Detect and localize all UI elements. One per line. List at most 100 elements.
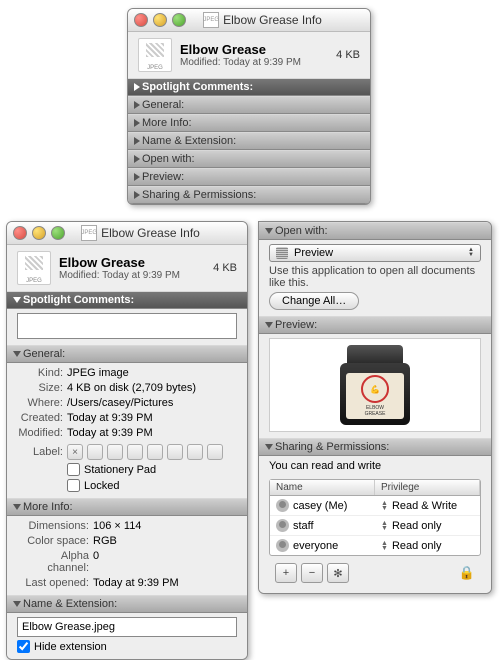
window-title: JPEG Elbow Grease Info xyxy=(161,12,364,28)
permissions-table: Name Privilege casey (Me) ▲▼Read & Write… xyxy=(269,479,481,556)
disclosure-triangle-icon xyxy=(13,601,21,607)
locked-checkbox[interactable] xyxy=(67,479,80,492)
label-clear-button[interactable]: × xyxy=(67,444,83,460)
section-nameext[interactable]: Name & Extension: xyxy=(128,132,370,150)
label-color-swatch[interactable] xyxy=(107,444,123,460)
disclosure-triangle-icon xyxy=(134,173,140,181)
titlebar[interactable]: JPEG Elbow Grease Info xyxy=(7,222,247,245)
file-icon: JPEG xyxy=(138,38,172,72)
jar-image: 💪ELBOWGREASE xyxy=(340,345,410,425)
file-name: Elbow Grease xyxy=(59,255,205,270)
disclosure-triangle-icon xyxy=(134,191,140,199)
locked-label: Locked xyxy=(84,480,119,492)
col-privilege: Privilege xyxy=(375,480,480,495)
disclosure-triangle-icon xyxy=(134,119,140,127)
add-user-button[interactable]: + xyxy=(275,563,297,583)
permission-row[interactable]: casey (Me) ▲▼Read & Write xyxy=(270,496,480,516)
info-window-collapsed: JPEG Elbow Grease Info JPEG Elbow Grease… xyxy=(127,8,371,205)
section-preview[interactable]: Preview: xyxy=(259,316,491,334)
window-title: JPEG Elbow Grease Info xyxy=(40,225,241,241)
file-modified: Modified: Today at 9:39 PM xyxy=(59,270,205,281)
file-summary: JPEG Elbow Grease Modified: Today at 9:3… xyxy=(7,245,247,291)
remove-user-button[interactable]: − xyxy=(301,563,323,583)
created-value: Today at 9:39 PM xyxy=(67,412,153,424)
change-all-button[interactable]: Change All… xyxy=(269,292,359,310)
kind-label: Kind: xyxy=(17,367,63,379)
section-moreinfo[interactable]: More Info: xyxy=(128,114,370,132)
section-moreinfo[interactable]: More Info: xyxy=(7,498,247,516)
label-color-swatch[interactable] xyxy=(207,444,223,460)
section-spotlight[interactable]: Spotlight Comments: xyxy=(7,291,247,309)
section-sharing[interactable]: Sharing & Permissions: xyxy=(259,438,491,456)
file-modified: Modified: Today at 9:39 PM xyxy=(180,57,328,68)
close-button[interactable] xyxy=(134,13,148,27)
size-value: 4 KB on disk (2,709 bytes) xyxy=(67,382,196,394)
disclosure-triangle-icon xyxy=(13,351,21,357)
disclosure-triangle-icon xyxy=(134,83,140,91)
stationery-checkbox[interactable] xyxy=(67,463,80,476)
col-name: Name xyxy=(270,480,375,495)
hide-extension-label: Hide extension xyxy=(34,641,107,653)
preview-thumbnail: 💪ELBOWGREASE xyxy=(269,338,481,432)
group-icon xyxy=(276,519,289,532)
close-button[interactable] xyxy=(13,226,27,240)
section-nameext[interactable]: Name & Extension: xyxy=(7,595,247,613)
open-with-help: Use this application to open all documen… xyxy=(269,265,481,289)
label-color-swatch[interactable] xyxy=(127,444,143,460)
permission-row[interactable]: everyone ▲▼Read only xyxy=(270,536,480,555)
label-label: Label: xyxy=(17,446,63,458)
info-window-expanded-right: Open with: Preview ▲▼ Use this applicati… xyxy=(258,221,492,594)
lock-icon[interactable]: 🔒 xyxy=(459,565,475,581)
kind-value: JPEG image xyxy=(67,367,129,379)
file-size: 4 KB xyxy=(213,262,237,274)
open-with-popup[interactable]: Preview ▲▼ xyxy=(269,244,481,262)
app-icon xyxy=(276,247,288,259)
section-preview[interactable]: Preview: xyxy=(128,168,370,186)
permission-row[interactable]: staff ▲▼Read only xyxy=(270,516,480,536)
section-general[interactable]: General: xyxy=(7,345,247,363)
disclosure-triangle-icon xyxy=(265,444,273,450)
where-label: Where: xyxy=(17,397,63,409)
disclosure-triangle-icon xyxy=(134,101,140,109)
file-name: Elbow Grease xyxy=(180,42,328,57)
label-color-swatch[interactable] xyxy=(187,444,203,460)
proxy-icon[interactable]: JPEG xyxy=(81,225,97,241)
label-color-swatch[interactable] xyxy=(167,444,183,460)
section-openwith[interactable]: Open with: xyxy=(259,222,491,240)
action-menu-button[interactable]: ✻ xyxy=(327,563,349,583)
colorspace-label: Color space: xyxy=(17,535,89,547)
where-value: /Users/casey/Pictures xyxy=(67,397,173,409)
lastopened-value: Today at 9:39 PM xyxy=(93,577,179,589)
file-icon: JPEG xyxy=(17,251,51,285)
section-openwith[interactable]: Open with: xyxy=(128,150,370,168)
section-general[interactable]: General: xyxy=(128,96,370,114)
label-color-swatch[interactable] xyxy=(147,444,163,460)
stationery-label: Stationery Pad xyxy=(84,464,156,476)
dimensions-value: 106 × 114 xyxy=(93,520,141,532)
modified-label: Modified: xyxy=(17,427,63,439)
disclosure-triangle-icon xyxy=(134,155,140,163)
file-size: 4 KB xyxy=(336,49,360,61)
section-spotlight[interactable]: Spotlight Comments: xyxy=(128,78,370,96)
colorspace-value: RGB xyxy=(93,535,117,547)
sharing-summary: You can read and write xyxy=(269,460,481,472)
titlebar[interactable]: JPEG Elbow Grease Info xyxy=(128,9,370,32)
alpha-label: Alpha channel: xyxy=(17,550,89,574)
file-summary: JPEG Elbow Grease Modified: Today at 9:3… xyxy=(128,32,370,78)
alpha-value: 0 xyxy=(93,550,99,574)
hide-extension-checkbox[interactable] xyxy=(17,640,30,653)
disclosure-triangle-icon xyxy=(13,504,21,510)
section-sharing[interactable]: Sharing & Permissions: xyxy=(128,186,370,204)
spotlight-comment-input[interactable] xyxy=(17,313,237,339)
popup-arrows-icon: ▲▼ xyxy=(468,248,474,258)
filename-input[interactable] xyxy=(17,617,237,637)
size-label: Size: xyxy=(17,382,63,394)
modified-value: Today at 9:39 PM xyxy=(67,427,153,439)
label-color-swatch[interactable] xyxy=(87,444,103,460)
disclosure-triangle-icon xyxy=(13,297,21,303)
proxy-icon[interactable]: JPEG xyxy=(203,12,219,28)
created-label: Created: xyxy=(17,412,63,424)
open-with-value: Preview xyxy=(294,247,333,259)
user-icon xyxy=(276,499,289,512)
dimensions-label: Dimensions: xyxy=(17,520,89,532)
